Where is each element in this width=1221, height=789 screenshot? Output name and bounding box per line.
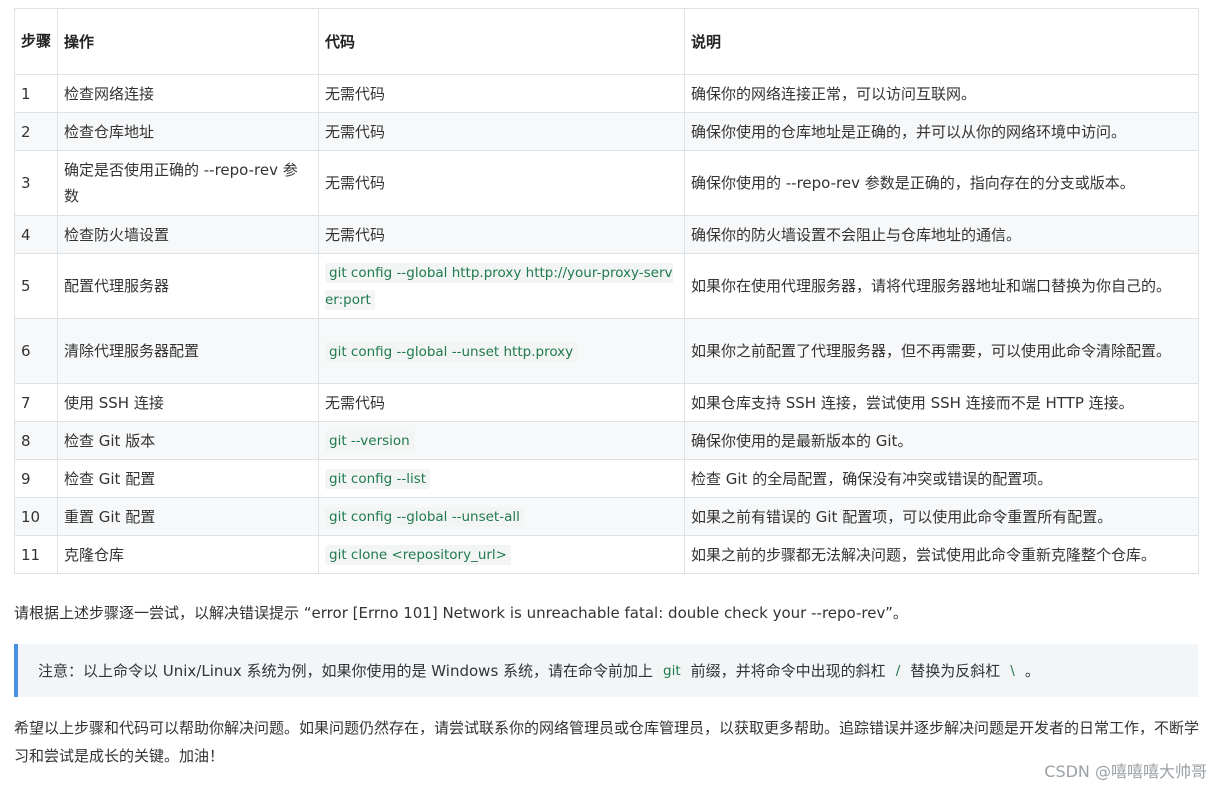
cell-action: 配置代理服务器 (57, 253, 319, 319)
cell-step: 11 (14, 535, 58, 574)
table-row: 1 检查网络连接 无需代码 确保你的网络连接正常，可以访问互联网。 (14, 74, 1199, 113)
cell-step: 7 (14, 383, 58, 422)
cell-code: 无需代码 (318, 150, 685, 216)
table-header-row: 步骤 操作 代码 说明 (14, 8, 1199, 75)
cell-code: git config --global --unset-all (318, 497, 685, 536)
table-row: 8 检查 Git 版本 git --version 确保你使用的是最新版本的 Git。 (14, 421, 1199, 460)
cell-action: 使用 SSH 连接 (57, 383, 319, 422)
cell-description: 确保你使用的是最新版本的 Git。 (684, 421, 1199, 460)
cell-step: 6 (14, 318, 58, 384)
table-row: 3 确定是否使用正确的 --repo-rev 参数 无需代码 确保你使用的 --rep… (14, 150, 1199, 216)
cell-action: 清除代理服务器配置 (57, 318, 319, 384)
cell-action: 检查仓库地址 (57, 112, 319, 151)
cell-code: git --version (318, 421, 685, 460)
cell-step: 1 (14, 74, 58, 113)
csdn-watermark: CSDN @嘻嘻嘻大帅哥 (1044, 762, 1207, 781)
note-text-3: 替换为反斜杠 (910, 662, 1001, 680)
cell-step: 9 (14, 459, 58, 498)
code-snippet: git --version (325, 431, 414, 451)
cell-step: 5 (14, 253, 58, 319)
code-snippet: git config --global --unset-all (325, 507, 524, 527)
cell-action: 检查 Git 配置 (57, 459, 319, 498)
cell-description: 检查 Git 的全局配置，确保没有冲突或错误的配置项。 (684, 459, 1199, 498)
cell-code: 无需代码 (318, 215, 685, 254)
cell-action: 检查防火墙设置 (57, 215, 319, 254)
table-row: 10 重置 Git 配置 git config --global --unset-a… (14, 497, 1199, 536)
header-action: 操作 (57, 8, 319, 75)
cell-step: 3 (14, 150, 58, 216)
note-text-4: 。 (1024, 662, 1040, 680)
header-step: 步骤 (14, 8, 58, 75)
cell-action: 确定是否使用正确的 --repo-rev 参数 (57, 150, 319, 216)
cell-description: 确保你使用的 --repo-rev 参数是正确的，指向存在的分支或版本。 (684, 150, 1199, 216)
cell-code: git config --global --unset http.proxy (318, 318, 685, 384)
table-row: 6 清除代理服务器配置 git config --global --unset ht… (14, 318, 1199, 384)
table-row: 11 克隆仓库 git clone <repository_url> 如果之前的步骤都… (14, 535, 1199, 574)
table-row: 7 使用 SSH 连接 无需代码 如果仓库支持 SSH 连接，尝试使用 SSH 连接而… (14, 383, 1199, 422)
steps-table: 步骤 操作 代码 说明 1 检查网络连接 无需代码 确保你的网络连接正常，可以访问互联… (14, 8, 1199, 574)
cell-step: 4 (14, 215, 58, 254)
code-snippet: git clone <repository_url> (325, 545, 511, 565)
table-row: 4 检查防火墙设置 无需代码 确保你的防火墙设置不会阻止与仓库地址的通信。 (14, 215, 1199, 254)
code-snippet: git config --list (325, 469, 431, 489)
note-code-slash: / (891, 660, 905, 681)
cell-code: git config --list (318, 459, 685, 498)
cell-code: 无需代码 (318, 383, 685, 422)
cell-code: 无需代码 (318, 112, 685, 151)
cell-description: 如果之前的步骤都无法解决问题，尝试使用此命令重新克隆整个仓库。 (684, 535, 1199, 574)
note-text-1: 注意：以上命令以 Unix/Linux 系统为例，如果你使用的是 Windows… (38, 662, 654, 680)
note-callout: 注意：以上命令以 Unix/Linux 系统为例，如果你使用的是 Windows… (14, 644, 1198, 697)
cell-action: 克隆仓库 (57, 535, 319, 574)
cell-action: 检查网络连接 (57, 74, 319, 113)
header-code: 代码 (318, 8, 685, 75)
note-code-backslash: \ (1006, 660, 1019, 681)
table-row: 9 检查 Git 配置 git config --list 检查 Git 的全局配置，… (14, 459, 1199, 498)
note-code-git: git (659, 660, 685, 681)
instruction-paragraph: 请根据上述步骤逐一尝试，以解决错误提示 “error [Errno 101] N… (14, 604, 908, 622)
cell-code: 无需代码 (318, 74, 685, 113)
table-row: 2 检查仓库地址 无需代码 确保你使用的仓库地址是正确的，并可以从你的网络环境中访问。 (14, 112, 1199, 151)
cell-description: 如果之前有错误的 Git 配置项，可以使用此命令重置所有配置。 (684, 497, 1199, 536)
article-content: 步骤 操作 代码 说明 1 检查网络连接 无需代码 确保你的网络连接正常，可以访问互联… (0, 0, 1221, 789)
cell-description: 如果你在使用代理服务器，请将代理服务器地址和端口替换为你自己的。 (684, 253, 1199, 319)
cell-description: 如果你之前配置了代理服务器，但不再需要，可以使用此命令清除配置。 (684, 318, 1199, 384)
cell-action: 检查 Git 版本 (57, 421, 319, 460)
closing-paragraph: 希望以上步骤和代码可以帮助你解决问题。如果问题仍然存在，请尝试联系你的网络管理员… (14, 719, 1200, 765)
cell-step: 10 (14, 497, 58, 536)
cell-description: 确保你使用的仓库地址是正确的，并可以从你的网络环境中访问。 (684, 112, 1199, 151)
cell-code: git clone <repository_url> (318, 535, 685, 574)
code-snippet: git config --global http.proxy http://yo… (325, 263, 673, 310)
table-row: 5 配置代理服务器 git config --global http.proxy h… (14, 253, 1199, 319)
cell-description: 确保你的网络连接正常，可以访问互联网。 (684, 74, 1199, 113)
note-text-2: 前缀，并将命令中出现的斜杠 (690, 662, 886, 680)
header-description: 说明 (684, 8, 1199, 75)
cell-description: 如果仓库支持 SSH 连接，尝试使用 SSH 连接而不是 HTTP 连接。 (684, 383, 1199, 422)
cell-code: git config --global http.proxy http://yo… (318, 253, 685, 319)
code-snippet: git config --global --unset http.proxy (325, 341, 578, 362)
cell-description: 确保你的防火墙设置不会阻止与仓库地址的通信。 (684, 215, 1199, 254)
cell-action: 重置 Git 配置 (57, 497, 319, 536)
cell-step: 8 (14, 421, 58, 460)
cell-step: 2 (14, 112, 58, 151)
